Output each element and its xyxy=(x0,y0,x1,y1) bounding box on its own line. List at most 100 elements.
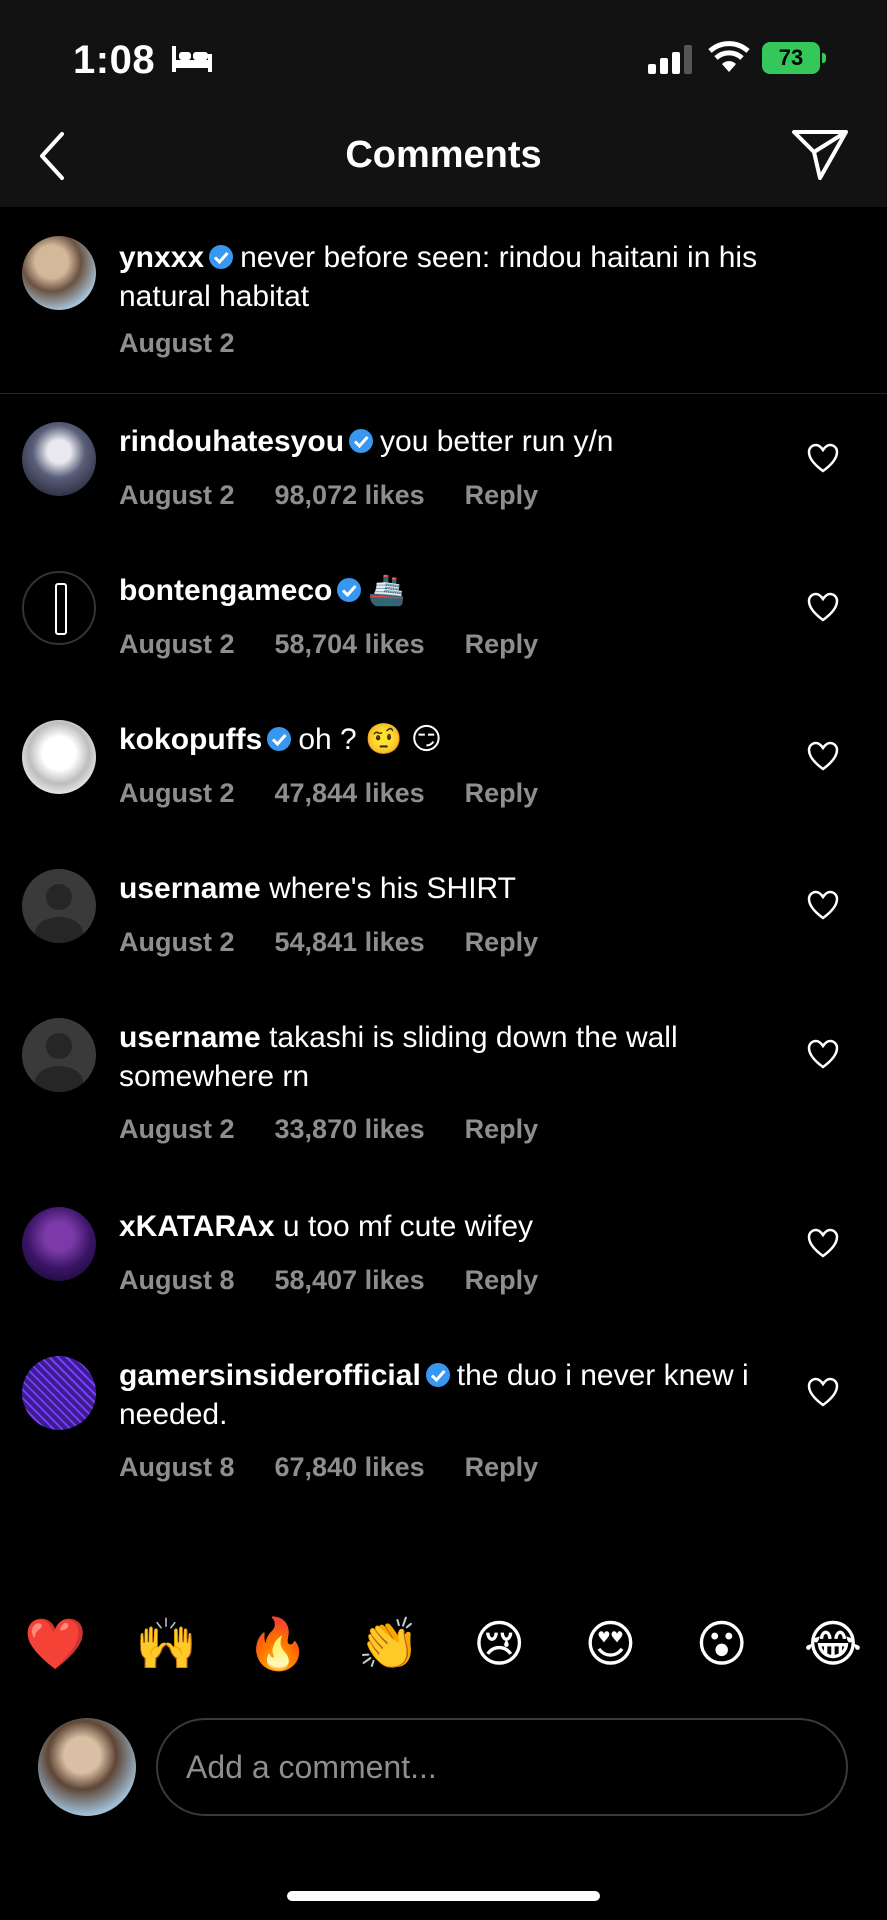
comment-likes[interactable]: 58,407 likes xyxy=(275,1265,425,1295)
reply-button[interactable]: Reply xyxy=(465,1265,539,1295)
comment-date: August 2 xyxy=(119,480,235,510)
like-heart-icon[interactable] xyxy=(806,740,840,772)
page-title: Comments xyxy=(345,134,542,176)
battery-tip xyxy=(822,53,826,63)
emoji-surprised-button[interactable]: 😮 xyxy=(692,1612,752,1676)
verified-badge-icon xyxy=(337,578,362,602)
avatar[interactable] xyxy=(22,720,96,794)
status-time: 1:08 xyxy=(73,38,156,82)
avatar[interactable] xyxy=(22,571,96,645)
comment-username[interactable]: bontengameco xyxy=(119,574,332,607)
comment-meta: August 2 54,841 likes Reply xyxy=(119,927,578,958)
comment-body: 🚢 xyxy=(368,574,406,607)
verified-badge-icon xyxy=(349,429,374,453)
caption-meta: August 2 xyxy=(119,328,275,359)
like-heart-icon[interactable] xyxy=(806,1227,840,1259)
reply-button[interactable]: Reply xyxy=(465,1452,539,1482)
person-icon xyxy=(35,1033,83,1092)
comment-text: username where's his SHIRT xyxy=(119,869,799,908)
person-icon xyxy=(35,884,83,943)
comment-meta: August 2 98,072 likes Reply xyxy=(119,480,578,511)
avatar[interactable] xyxy=(22,236,96,310)
comment-body: oh ? 🤨 😏 xyxy=(298,723,443,756)
cellular-signal-icon xyxy=(648,45,692,74)
default-avatar[interactable] xyxy=(22,869,96,943)
reply-button[interactable]: Reply xyxy=(465,1114,539,1144)
comment-body: you better run y/n xyxy=(380,425,614,458)
add-comment-placeholder: Add a comment... xyxy=(186,1748,437,1785)
comment-username[interactable]: gamersinsiderofficial xyxy=(119,1359,421,1392)
reply-button[interactable]: Reply xyxy=(465,629,539,659)
reply-button[interactable]: Reply xyxy=(465,480,539,510)
default-avatar[interactable] xyxy=(22,1018,96,1092)
comment-username[interactable]: rindouhatesyou xyxy=(119,425,344,458)
comment-likes[interactable]: 47,844 likes xyxy=(275,778,425,808)
comment-username[interactable]: xKATARAx xyxy=(119,1210,275,1243)
emoji-heart-button[interactable]: ❤️ xyxy=(24,1612,86,1676)
comment-date: August 8 xyxy=(119,1265,235,1295)
comment-likes[interactable]: 58,704 likes xyxy=(275,629,425,659)
comment-meta: August 2 58,704 likes Reply xyxy=(119,629,578,660)
comment-username[interactable]: kokopuffs xyxy=(119,723,262,756)
comment-likes[interactable]: 33,870 likes xyxy=(275,1114,425,1144)
top-bar: 1:08 73 Comments xyxy=(0,0,887,207)
like-heart-icon[interactable] xyxy=(806,1376,840,1408)
comment-meta: August 8 67,840 likes Reply xyxy=(119,1452,578,1483)
emoji-cry-button[interactable]: 😢 xyxy=(469,1612,529,1676)
avatar[interactable] xyxy=(22,1207,96,1281)
comment-text: xKATARAx u too mf cute wifey xyxy=(119,1207,799,1246)
comment-text: bontengameco 🚢 xyxy=(119,571,799,610)
comment-date: August 2 xyxy=(119,1114,235,1144)
like-heart-icon[interactable] xyxy=(806,1038,840,1070)
avatar[interactable] xyxy=(22,422,96,496)
comment-username[interactable]: username xyxy=(119,1021,261,1054)
comment-likes[interactable]: 98,072 likes xyxy=(275,480,425,510)
add-comment-input[interactable]: Add a comment... xyxy=(156,1718,848,1816)
comment-meta: August 2 47,844 likes Reply xyxy=(119,778,578,809)
emoji-raised-hands-button[interactable]: 🙌 xyxy=(135,1612,197,1676)
comment-item: xKATARAx u too mf cute wifey August 8 58,… xyxy=(0,1185,887,1315)
comment-text: gamersinsiderofficial the duo i never kne… xyxy=(119,1356,799,1434)
comment-meta: August 2 33,870 likes Reply xyxy=(119,1114,578,1145)
send-direct-icon[interactable] xyxy=(790,126,850,182)
caption-username[interactable]: ynxxx xyxy=(119,241,204,274)
comment-text: rindouhatesyou you better run y/n xyxy=(119,422,799,461)
emoji-fire-button[interactable]: 🔥 xyxy=(247,1612,309,1676)
caption-date: August 2 xyxy=(119,328,235,358)
comment-likes[interactable]: 54,841 likes xyxy=(275,927,425,957)
comment-date: August 2 xyxy=(119,629,235,659)
comment-date: August 2 xyxy=(119,927,235,957)
reply-button[interactable]: Reply xyxy=(465,927,539,957)
emoji-clap-button[interactable]: 👏 xyxy=(358,1612,420,1676)
verified-badge-icon xyxy=(267,727,292,751)
comment-text: kokopuffs oh ? 🤨 😏 xyxy=(119,720,799,759)
current-user-avatar xyxy=(38,1718,136,1816)
comment-username[interactable]: username xyxy=(119,872,261,905)
like-heart-icon[interactable] xyxy=(806,442,840,474)
battery-level: 73 xyxy=(762,42,820,74)
comment-body: u too mf cute wifey xyxy=(282,1210,534,1243)
post-caption: ynxxx never before seen: rindou haitani i… xyxy=(0,210,887,394)
comment-date: August 8 xyxy=(119,1452,235,1482)
comment-item: username takashi is sliding down the wal… xyxy=(0,996,887,1166)
comment-item: kokopuffs oh ? 🤨 😏 August 2 47,844 likes Re… xyxy=(0,698,887,828)
comment-item: username where's his SHIRT August 2 54,84… xyxy=(0,847,887,977)
avatar[interactable] xyxy=(22,1356,96,1430)
verified-badge-icon xyxy=(209,245,234,269)
home-indicator[interactable] xyxy=(287,1891,600,1901)
comment-body: where's his SHIRT xyxy=(269,872,517,905)
battery-indicator: 73 xyxy=(762,42,826,74)
wifi-icon xyxy=(708,41,750,72)
sleep-focus-icon xyxy=(172,46,212,72)
emoji-heart-eyes-button[interactable]: 😍 xyxy=(580,1612,640,1676)
emoji-reaction-bar: ❤️ 🙌 🔥 👏 😢 😍 😮 😂 xyxy=(0,1612,887,1676)
emoji-laughing-button[interactable]: 😂 xyxy=(803,1612,863,1676)
comment-likes[interactable]: 67,840 likes xyxy=(275,1452,425,1482)
like-heart-icon[interactable] xyxy=(806,591,840,623)
comment-item: bontengameco 🚢 August 2 58,704 likes Reply xyxy=(0,549,887,679)
comments-screen: 1:08 73 Comments ynxxx never before seen… xyxy=(0,0,887,1920)
comment-item: rindouhatesyou you better run y/n August … xyxy=(0,400,887,530)
comment-meta: August 8 58,407 likes Reply xyxy=(119,1265,578,1296)
like-heart-icon[interactable] xyxy=(806,889,840,921)
reply-button[interactable]: Reply xyxy=(465,778,539,808)
